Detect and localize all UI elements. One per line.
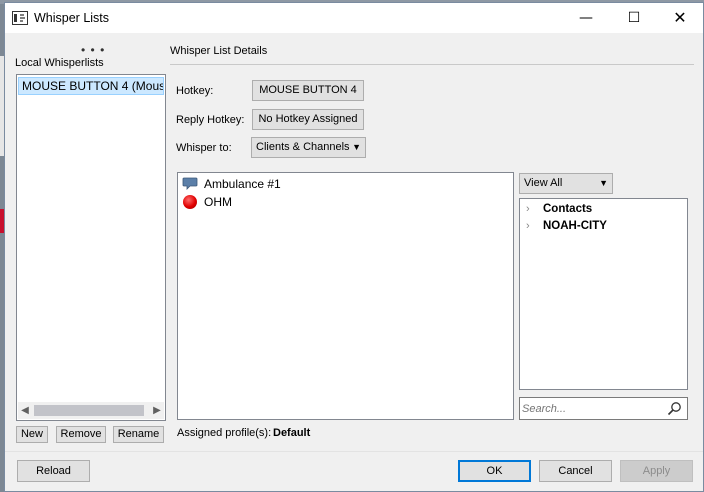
view-filter-value: View All	[524, 177, 563, 189]
chevron-right-icon[interactable]: ›	[526, 201, 530, 217]
rename-button[interactable]: Rename	[113, 426, 164, 443]
dropdown-arrow-icon: ▼	[352, 142, 361, 152]
tree-item-label: Contacts	[543, 203, 593, 215]
view-filter-select[interactable]: View All ▼	[519, 173, 613, 194]
target-label: OHM	[204, 195, 232, 209]
assigned-profiles-label: Assigned profile(s):	[177, 427, 272, 439]
new-button[interactable]: New	[16, 426, 48, 443]
minimize-button[interactable]: —	[563, 3, 609, 33]
reload-button[interactable]: Reload	[17, 460, 90, 482]
search-icon[interactable]	[667, 401, 682, 416]
search-box[interactable]	[519, 397, 688, 420]
ok-button[interactable]: OK	[458, 460, 531, 482]
whisper-to-label: Whisper to:	[176, 142, 232, 154]
whisper-to-value: Clients & Channels	[256, 141, 350, 153]
hotkey-button[interactable]: MOUSE BUTTON 4	[252, 80, 364, 101]
dropdown-arrow-icon: ▼	[599, 178, 608, 188]
remove-button[interactable]: Remove	[56, 426, 106, 443]
scrollbar-thumb[interactable]	[34, 405, 144, 416]
whisper-app-icon	[12, 11, 28, 25]
local-whisperlists-list[interactable]: MOUSE BUTTON 4 (Mouse) ◀ ▶	[16, 74, 166, 421]
assigned-profiles-value: Default	[273, 427, 311, 439]
search-input[interactable]	[522, 401, 662, 416]
apply-button[interactable]: Apply	[620, 460, 693, 482]
chevron-right-icon[interactable]: ›	[526, 218, 530, 234]
local-whisperlists-label: Local Whisperlists	[15, 57, 104, 69]
title-bar[interactable]: Whisper Lists — ☐ ✕	[5, 3, 703, 33]
whisper-lists-dialog: Whisper Lists — ☐ ✕ • • • Local Whisperl…	[4, 2, 704, 492]
chat-bubble-icon	[182, 177, 198, 190]
divider	[5, 451, 703, 452]
reply-hotkey-button[interactable]: No Hotkey Assigned	[252, 109, 364, 130]
maximize-button[interactable]: ☐	[611, 3, 657, 33]
whisper-targets-list[interactable]: Ambulance #1 OHM	[177, 172, 514, 420]
reply-hotkey-label: Reply Hotkey:	[176, 114, 245, 126]
window-title: Whisper Lists	[34, 11, 110, 25]
target-label: Ambulance #1	[204, 177, 281, 191]
divider	[170, 64, 694, 65]
whisper-to-select[interactable]: Clients & Channels ▼	[251, 137, 366, 158]
tree-item-label: NOAH-CITY	[543, 220, 607, 232]
hotkey-label: Hotkey:	[176, 85, 214, 97]
cancel-button[interactable]: Cancel	[539, 460, 612, 482]
splitter-grip-icon[interactable]: • • •	[81, 43, 105, 57]
horizontal-scrollbar[interactable]: ◀ ▶	[18, 402, 164, 419]
contacts-tree[interactable]: › Contacts › NOAH-CITY	[519, 198, 688, 390]
scroll-left-icon[interactable]: ◀	[18, 403, 32, 418]
whisper-list-details-label: Whisper List Details	[170, 45, 268, 57]
scroll-right-icon[interactable]: ▶	[150, 403, 164, 418]
close-button[interactable]: ✕	[657, 3, 703, 33]
red-dot-icon	[183, 195, 197, 209]
whisperlist-item[interactable]: MOUSE BUTTON 4 (Mouse)	[18, 77, 164, 95]
